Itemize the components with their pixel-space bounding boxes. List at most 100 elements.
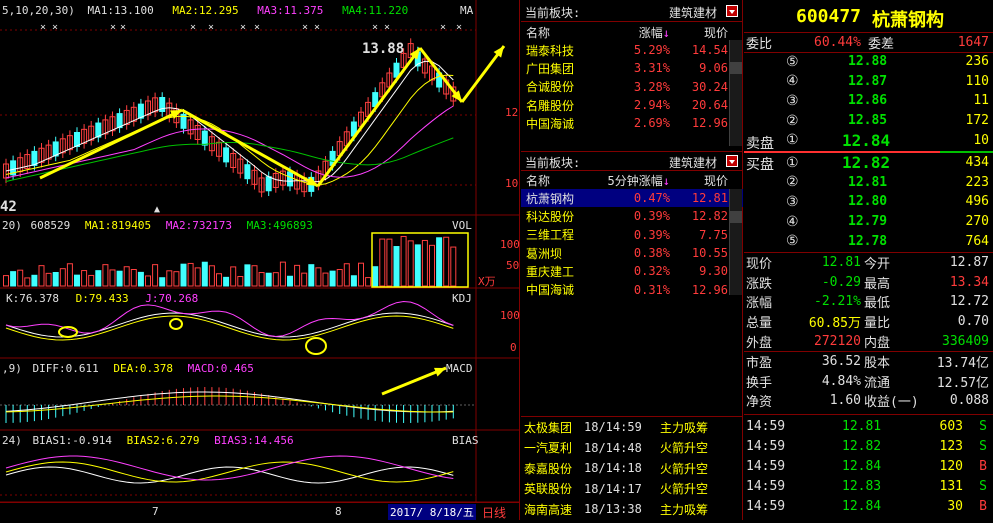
sell-level[interactable]: ③ 12.86 11	[744, 91, 993, 111]
alert-stock: 海南高速	[524, 501, 584, 518]
board1-col-pct[interactable]: 涨幅↓	[596, 24, 676, 41]
volume-bar	[394, 247, 399, 286]
stock-price: 30.24	[676, 80, 728, 94]
stat-label: 涨幅	[746, 292, 772, 311]
alert-time: 18/14:48	[584, 441, 660, 455]
cross-marker: ×	[40, 22, 46, 33]
level-index: ④	[786, 214, 799, 230]
alert-item[interactable]: 海南高速 18/13:38 主力吸筹	[521, 499, 743, 520]
list-item[interactable]: 重庆建工 0.32% 9.30	[521, 262, 743, 280]
tick-side: B	[979, 459, 987, 474]
buy-level[interactable]: ⑤ 12.78 764	[744, 231, 993, 251]
kdj-circle	[170, 319, 182, 329]
list-item[interactable]: 中国海诚 2.69% 12.96	[521, 114, 743, 132]
list-item[interactable]: 杭萧钢构 0.47% 12.81	[521, 189, 743, 207]
list-item[interactable]: 合诚股份 3.28% 30.24	[521, 78, 743, 96]
alert-item[interactable]: 英联股份 18/14:17 火箭升空	[521, 479, 743, 500]
weibi-label: 委比	[746, 33, 772, 52]
volume-bar	[252, 266, 257, 286]
list-item[interactable]: 科达股份 0.39% 12.82	[521, 207, 743, 225]
sell-level[interactable]: ④ 12.87 110	[744, 72, 993, 92]
stock-name: 杭萧钢构	[521, 190, 596, 207]
volume-bar	[153, 265, 158, 286]
level-index: ①	[786, 132, 799, 148]
stat-value: 12.81	[822, 255, 861, 270]
stat-row: 涨跌 -0.29 最高 13.34	[744, 273, 993, 293]
board2-scrollbar[interactable]	[729, 189, 742, 295]
board2-col-price[interactable]: 现价	[676, 172, 728, 189]
board1-dropdown-icon[interactable]	[726, 5, 738, 17]
stat-row: 市盈 36.52 股本 13.74亿	[744, 352, 993, 372]
tick-row: 14:59 12.84 120 B	[744, 456, 993, 476]
kline-chart-panel[interactable]: × × × × × × × × × × × × × × ▲ 5,10,20,30) MA1:13.100 M…	[0, 0, 520, 520]
alert-time: 18/13:38	[584, 502, 660, 516]
stock-pct: 2.69%	[596, 116, 676, 130]
volume-bar	[309, 265, 314, 286]
stat-row: 外盘 272120 内盘 336409	[744, 331, 993, 351]
volume-bar	[302, 273, 307, 286]
alert-item[interactable]: 太极集团 18/14:59 主力吸筹	[521, 417, 743, 438]
kdj-header: K:76.378 D:79.433 J:70.268	[6, 292, 198, 305]
level-price: 12.80	[848, 194, 887, 209]
alert-time: 18/14:18	[584, 461, 660, 475]
board2-col-name[interactable]: 名称	[521, 172, 596, 189]
sell-level[interactable]: ⑤ 12.88 236	[744, 52, 993, 72]
stock-name: 瑞泰科技	[521, 42, 596, 59]
candle-body	[224, 148, 229, 162]
cross-marker: ×	[372, 22, 378, 33]
stat-label: 今开	[864, 253, 890, 272]
list-item[interactable]: 中国海诚 0.31% 12.96	[521, 280, 743, 298]
tick-time: 14:59	[746, 499, 785, 514]
tick-row: 14:59 12.81 603 S	[744, 416, 993, 436]
buy-level[interactable]: ③ 12.80 496	[744, 192, 993, 212]
board1-col-name[interactable]: 名称	[521, 24, 596, 41]
board2-dropdown-icon[interactable]	[726, 155, 738, 167]
month-7: 7	[152, 505, 159, 518]
sell-level[interactable]: ① 12.84 10	[744, 130, 993, 150]
ma4-value: MA4:11.220	[342, 4, 408, 17]
candle-body	[288, 172, 293, 186]
alert-item[interactable]: 一汽夏利 18/14:48 火箭升空	[521, 438, 743, 459]
volume-bar	[323, 273, 328, 286]
board1-sector[interactable]: 建筑建材	[669, 4, 717, 21]
scroll-thumb	[730, 62, 742, 74]
period-daily-button[interactable]: 日线	[482, 504, 506, 521]
buy-level[interactable]: ① 12.82 434	[744, 153, 993, 173]
list-item[interactable]: 瑞泰科技 5.29% 14.54	[521, 41, 743, 59]
buy-level[interactable]: ② 12.81 223	[744, 173, 993, 193]
kdj-circle	[306, 338, 326, 354]
stock-price: 14.54	[676, 43, 728, 57]
list-item[interactable]: 广田集团 3.31% 9.06	[521, 59, 743, 77]
stat-value: 4.84%	[822, 374, 861, 389]
board1-scrollbar[interactable]	[729, 40, 742, 146]
dea-line	[6, 396, 453, 412]
stat-label: 收益(一)	[864, 391, 919, 410]
stat-label: 涨跌	[746, 273, 772, 292]
volume-bar	[415, 245, 420, 286]
current-date: 2017/ 8/18/五	[388, 504, 476, 520]
stock-name: 中国海诚	[521, 115, 596, 132]
alert-msg: 主力吸筹	[660, 501, 708, 518]
list-item[interactable]: 葛洲坝 0.38% 10.55	[521, 244, 743, 262]
list-item[interactable]: 名雕股份 2.94% 20.64	[521, 96, 743, 114]
volume-bar	[387, 239, 392, 286]
alert-item[interactable]: 泰嘉股份 18/14:18 火箭升空	[521, 458, 743, 479]
stat-value: -2.21%	[814, 294, 861, 309]
candle-body	[32, 151, 37, 165]
vol-params: 20)	[2, 219, 22, 232]
tick-side: S	[979, 479, 987, 494]
buy-level[interactable]: ④ 12.79 270	[744, 212, 993, 232]
volume-bar	[344, 264, 349, 286]
alert-time: 18/14:59	[584, 420, 660, 434]
level-index: ③	[786, 93, 799, 109]
volume-bar	[288, 276, 293, 286]
board2-col-pct[interactable]: 5分钟涨幅↓	[596, 172, 676, 189]
price-high-label: 13.88	[362, 41, 404, 57]
volume-bar	[110, 270, 115, 286]
volume-bar	[195, 268, 200, 286]
board1-col-price[interactable]: 现价	[676, 24, 728, 41]
list-item[interactable]: 三维工程 0.39% 7.75	[521, 226, 743, 244]
sell-level[interactable]: ② 12.85 172	[744, 111, 993, 131]
board2-sector[interactable]: 建筑建材	[669, 154, 717, 171]
volume-bar	[89, 275, 94, 286]
